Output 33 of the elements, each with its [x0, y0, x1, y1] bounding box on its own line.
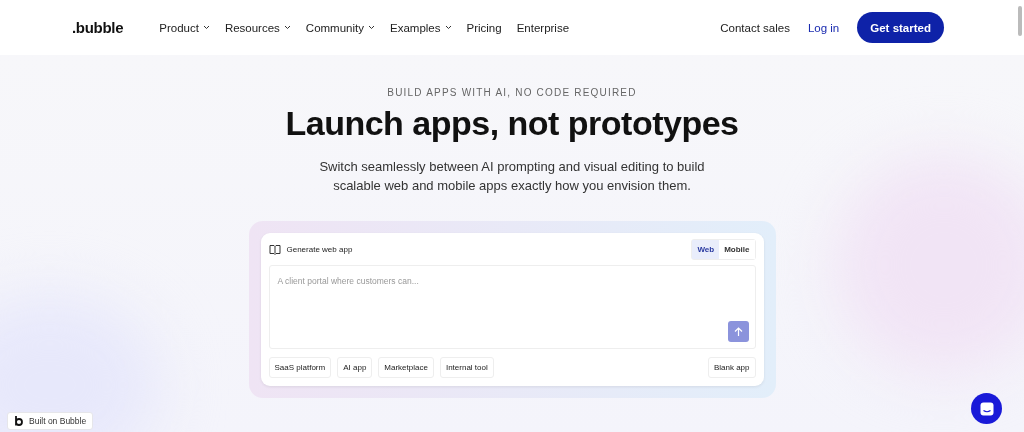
login-link[interactable]: Log in [807, 21, 840, 34]
hero-subtitle: Switch seamlessly between AI prompting and visual editing to build scalable web and mobile apps exactly how you envision them. [318, 158, 706, 195]
contact-sales-link[interactable]: Contact sales [720, 21, 790, 34]
hero-title: Launch apps, not prototypes [285, 104, 739, 143]
blank-app-button[interactable]: Blank app [707, 357, 756, 378]
caret-icon [444, 25, 452, 30]
arrow-up-icon [733, 326, 743, 337]
nav-menu[interactable]: Community [305, 21, 375, 34]
nav-menu[interactable]: Resources [224, 21, 291, 34]
eyebrow-text: BUILD APPS WITH AI, NO CODE REQUIRED [387, 87, 637, 98]
caret-icon [283, 25, 291, 30]
nav-menu[interactable]: Examples [390, 21, 452, 34]
nav-menu[interactable]: Product [159, 21, 210, 34]
send-button[interactable] [727, 321, 749, 342]
badge-text: Built on Bubble [29, 416, 87, 426]
suggestion-chip[interactable]: AI app [337, 357, 373, 378]
built-on-badge[interactable]: Built on Bubble [7, 412, 94, 430]
prompt-field[interactable]: A client portal where customers can... [268, 265, 756, 349]
suggestion-chip[interactable]: SaaS platform [268, 357, 332, 378]
caret-icon [202, 25, 210, 30]
generator-label: Generate web app [286, 245, 353, 254]
nav-link[interactable]: Pricing [466, 21, 502, 34]
nav-link[interactable]: Enterprise [516, 21, 570, 34]
suggestion-chip[interactable]: Internal tool [439, 357, 494, 378]
get-started-button[interactable]: Get started [857, 12, 944, 43]
scrollbar[interactable] [1018, 6, 1022, 36]
chat-icon [978, 400, 995, 417]
caret-icon [368, 25, 375, 30]
platform-tab[interactable]: Web [692, 240, 720, 259]
logo[interactable]: .bubble [72, 19, 124, 36]
book-icon [268, 244, 281, 255]
suggestion-chip[interactable]: Marketplace [378, 357, 434, 378]
b-logo-icon [14, 415, 24, 427]
